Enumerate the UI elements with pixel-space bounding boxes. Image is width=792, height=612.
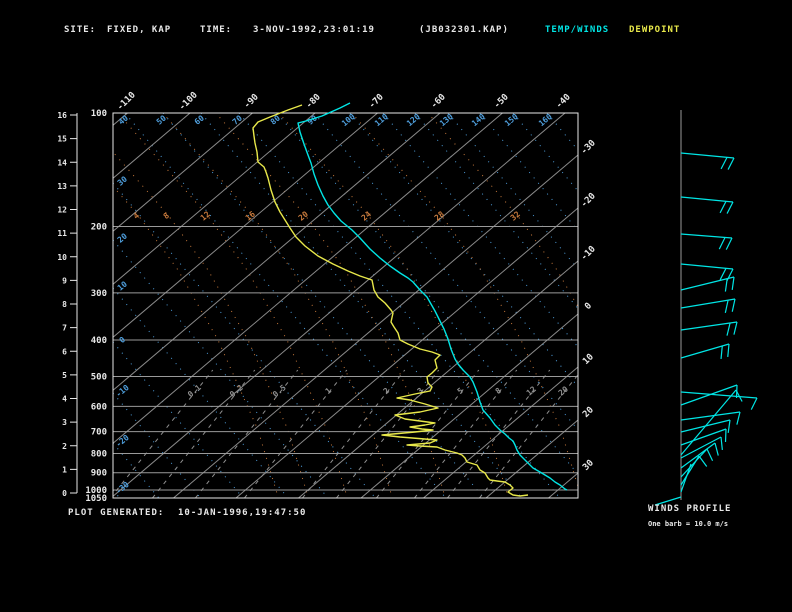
winds-profile-title: WINDS PROFILE [648,504,732,514]
svg-text:60: 60 [193,113,206,126]
svg-text:5: 5 [62,371,67,380]
svg-text:11: 11 [57,229,67,238]
svg-text:140: 140 [470,112,487,128]
svg-text:-40: -40 [554,92,573,111]
svg-text:30: 30 [581,458,596,473]
axis-labels: 1002003004005006007008009001000105001234… [57,90,598,504]
svg-text:160: 160 [537,112,554,128]
svg-text:-80: -80 [304,92,323,111]
svg-text:10: 10 [116,279,129,292]
dewpoint-curve [252,104,529,497]
svg-text:4: 4 [62,395,67,404]
svg-text:700: 700 [91,428,107,438]
dry-adiabat-lines [113,113,578,498]
svg-text:8: 8 [62,300,67,309]
svg-text:5: 5 [456,386,466,396]
svg-text:70: 70 [231,113,244,126]
svg-text:-30: -30 [114,480,131,496]
winds-profile-scale-note: One barb = 10.0 m/s [648,520,729,528]
svg-text:12: 12 [199,209,212,222]
mixing-ratio-lines [113,369,578,498]
svg-text:-20: -20 [579,191,598,210]
svg-text:-50: -50 [492,92,511,111]
svg-text:6: 6 [62,347,67,356]
wind-profile [654,110,758,506]
svg-text:10: 10 [581,352,596,367]
svg-text:20: 20 [581,405,596,420]
svg-text:50: 50 [155,113,168,126]
svg-text:28: 28 [433,209,446,222]
svg-text:120: 120 [405,112,422,128]
svg-text:600: 600 [91,402,107,412]
svg-text:16: 16 [57,111,67,120]
svg-text:0: 0 [62,489,67,498]
svg-text:8: 8 [494,386,504,396]
svg-text:-10: -10 [114,383,131,399]
svg-text:0: 0 [583,301,594,312]
plot-generated-label: PLOT GENERATED: [68,508,165,518]
svg-text:12: 12 [57,206,67,215]
svg-text:-20: -20 [114,433,131,449]
svg-text:-110: -110 [115,90,137,112]
svg-text:20: 20 [297,209,310,222]
svg-text:900: 900 [91,469,107,479]
svg-text:-10: -10 [579,244,598,263]
svg-text:150: 150 [503,112,520,128]
svg-text:130: 130 [438,112,455,128]
svg-text:100: 100 [340,112,357,128]
svg-text:8: 8 [162,211,172,221]
svg-text:-90: -90 [242,92,261,111]
svg-text:-30: -30 [579,138,598,157]
svg-text:3: 3 [416,386,426,396]
svg-text:200: 200 [91,222,107,232]
svg-text:3: 3 [62,418,67,427]
svg-text:1050: 1050 [85,494,107,504]
svg-text:15: 15 [57,135,67,144]
svg-text:-60: -60 [429,92,448,111]
isotherm-lines [113,113,578,498]
svg-text:20: 20 [116,231,129,244]
skewt-app-window: SITE: FIXED, KAP TIME: 3-NOV-1992,23:01:… [0,0,792,612]
plot-generated-value: 10-JAN-1996,19:47:50 [178,508,307,518]
svg-text:4: 4 [132,211,142,221]
svg-text:14: 14 [57,158,67,167]
svg-text:-70: -70 [367,92,386,111]
svg-text:10: 10 [57,253,67,262]
svg-text:9: 9 [62,276,67,285]
svg-text:16: 16 [244,209,257,222]
svg-text:7: 7 [62,324,67,333]
svg-text:1: 1 [62,465,67,474]
svg-text:2: 2 [62,442,67,451]
svg-text:30: 30 [116,174,129,187]
svg-text:500: 500 [91,373,107,383]
svg-text:40: 40 [117,113,130,126]
svg-text:400: 400 [91,336,107,346]
svg-text:800: 800 [91,449,107,459]
svg-text:100: 100 [91,109,107,119]
plot-border [112,112,579,499]
svg-text:-100: -100 [177,90,199,112]
svg-text:24: 24 [360,209,373,222]
svg-text:1: 1 [324,386,334,396]
svg-text:300: 300 [91,289,107,299]
moist-adiabat-lines [113,113,578,498]
svg-text:20: 20 [557,384,570,397]
svg-text:12: 12 [525,384,538,397]
svg-text:2: 2 [382,386,392,396]
pressure-gridlines [113,112,578,499]
svg-text:13: 13 [57,182,67,191]
